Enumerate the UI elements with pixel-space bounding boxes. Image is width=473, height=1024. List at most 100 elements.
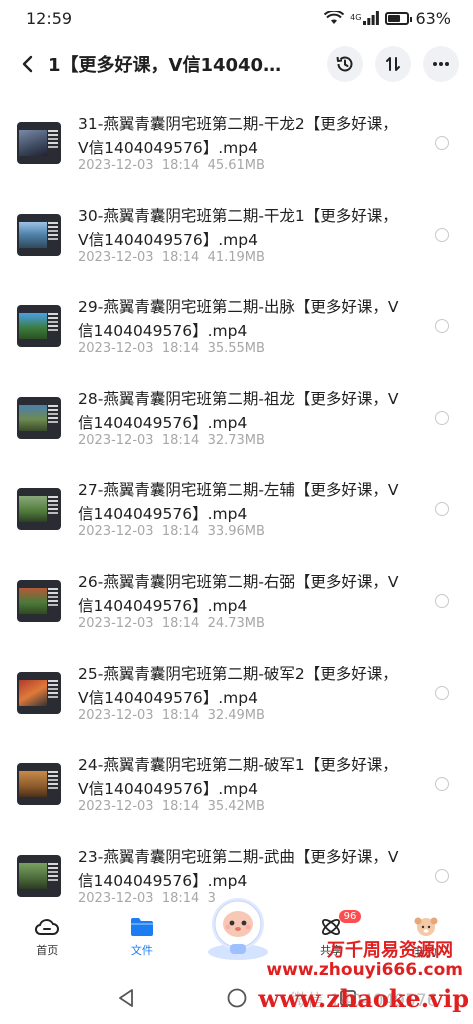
file-meta: 2023-12-03 18:14 24.73MB <box>78 616 265 631</box>
file-date: 2023-12-03 <box>78 524 154 540</box>
status-icons: 4G 63% <box>324 9 451 28</box>
file-name: 24-燕翼青囊阴宅班第二期-破军1【更多好课，V信1404049576】.mp4 <box>78 756 398 799</box>
file-name: 30-燕翼青囊阴宅班第二期-干龙1【更多好课，V信1404049576】.mp4 <box>78 206 398 249</box>
file-size: 35.42MB <box>207 799 265 815</box>
file-name: 26-燕翼青囊阴宅班第二期-右弼【更多好课，V信1404049576】.mp4 <box>78 572 399 615</box>
signal-icon <box>363 11 380 25</box>
share-badge: 96 <box>338 910 362 923</box>
battery-icon <box>385 11 413 25</box>
tab-home-label: 首页 <box>36 944 59 957</box>
file-size: 32.73MB <box>207 432 265 448</box>
chevron-left-icon <box>22 55 33 73</box>
more-icon <box>433 62 449 66</box>
battery-percent: 63% <box>415 8 451 28</box>
status-bar: 12:59 4G 63% <box>0 0 473 36</box>
select-checkbox[interactable] <box>435 502 449 517</box>
video-thumbnail <box>17 671 61 714</box>
file-row[interactable]: 30-燕翼青囊阴宅班第二期-干龙1【更多好课，V信1404049576】.mp4… <box>0 192 473 284</box>
file-row[interactable]: 31-燕翼青囊阴宅班第二期-干龙2【更多好课，V信1404049576】.mp4… <box>0 100 473 192</box>
file-date: 2023-12-03 <box>78 615 154 631</box>
file-name: 31-燕翼青囊阴宅班第二期-干龙2【更多好课，V信1404049576】.mp4 <box>78 115 398 157</box>
video-thumbnail <box>17 488 61 531</box>
select-checkbox[interactable] <box>435 868 449 883</box>
video-thumbnail <box>17 396 61 439</box>
watermark-line-2: www.zhouyi666.com <box>266 960 463 980</box>
file-time: 18:14 <box>161 799 200 815</box>
page-title: 1【更多好课，V信1404049… <box>48 55 307 76</box>
file-time: 18:14 <box>161 249 200 265</box>
file-date: 2023-12-03 <box>78 341 154 357</box>
file-row[interactable]: 27-燕翼青囊阴宅班第二期-左辅【更多好课，V信1404049576】.mp4 … <box>0 466 473 558</box>
sort-button[interactable] <box>375 46 411 82</box>
select-checkbox[interactable] <box>435 227 449 242</box>
video-thumbnail <box>17 305 61 348</box>
file-time: 18:14 <box>161 890 200 906</box>
select-checkbox[interactable] <box>435 410 449 425</box>
file-meta: 2023-12-03 18:14 32.49MB <box>78 708 265 723</box>
file-time: 18:14 <box>161 341 200 357</box>
status-time: 12:59 <box>26 8 73 28</box>
video-thumbnail <box>17 122 61 164</box>
file-meta: 2023-12-03 18:14 32.73MB <box>78 433 265 448</box>
watermark-line-3: www.zhaoke.vip <box>258 984 469 1013</box>
history-icon <box>336 56 353 72</box>
more-button[interactable] <box>423 46 459 82</box>
header-bar: 1【更多好课，V信1404049… <box>0 40 473 88</box>
file-meta: 2023-12-03 18:14 35.55MB <box>78 341 265 356</box>
back-button[interactable] <box>14 44 40 84</box>
file-time: 18:14 <box>161 615 200 631</box>
wifi-icon <box>324 11 345 24</box>
file-meta: 2023-12-03 18:14 33.96MB <box>78 524 265 539</box>
sort-icon <box>386 57 400 71</box>
file-date: 2023-12-03 <box>78 799 154 815</box>
file-row[interactable]: 29-燕翼青囊阴宅班第二期-出脉【更多好课，V信1404049576】.mp4 … <box>0 283 473 375</box>
file-date: 2023-12-03 <box>78 158 154 173</box>
tab-files[interactable]: 文件 <box>95 910 190 970</box>
file-meta: 2023-12-03 18:14 3 <box>78 891 216 906</box>
video-thumbnail <box>17 854 61 897</box>
file-time: 18:14 <box>161 158 200 173</box>
file-list: 31-燕翼青囊阴宅班第二期-干龙2【更多好课，V信1404049576】.mp4… <box>0 100 473 910</box>
folder-icon <box>130 918 153 936</box>
file-date: 2023-12-03 <box>78 707 154 723</box>
file-time: 18:14 <box>161 432 200 448</box>
file-meta: 2023-12-03 18:14 41.19MB <box>78 250 265 265</box>
file-size: 33.96MB <box>207 524 265 540</box>
file-size: 45.61MB <box>207 158 265 173</box>
file-time: 18:14 <box>161 524 200 540</box>
file-name: 28-燕翼青囊阴宅班第二期-祖龙【更多好课，V信1404049576】.mp4 <box>78 389 399 432</box>
select-checkbox[interactable] <box>435 685 449 700</box>
select-checkbox[interactable] <box>435 777 449 792</box>
file-size: 32.49MB <box>207 707 265 723</box>
file-size: 24.73MB <box>207 615 265 631</box>
file-time: 18:14 <box>161 707 200 723</box>
history-button[interactable] <box>327 46 363 82</box>
file-date: 2023-12-03 <box>78 249 154 265</box>
file-row[interactable]: 25-燕翼青囊阴宅班第二期-破军2【更多好课，V信1404049576】.mp4… <box>0 650 473 742</box>
select-checkbox[interactable] <box>435 136 449 150</box>
cloud-icon <box>35 919 60 935</box>
file-row[interactable]: 28-燕翼青囊阴宅班第二期-祖龙【更多好课，V信1404049576】.mp4 … <box>0 375 473 467</box>
video-thumbnail <box>17 213 61 256</box>
tab-home[interactable]: 首页 <box>0 910 95 970</box>
network-label: 4G <box>350 12 362 22</box>
select-checkbox[interactable] <box>435 319 449 334</box>
file-size: 41.19MB <box>207 249 265 265</box>
mascot-icon[interactable] <box>200 890 276 962</box>
file-meta: 2023-12-03 18:14 45.61MB <box>78 158 265 173</box>
file-name: 29-燕翼青囊阴宅班第二期-出脉【更多好课，V信1404049576】.mp4 <box>78 298 399 341</box>
file-date: 2023-12-03 <box>78 890 154 906</box>
file-name: 27-燕翼青囊阴宅班第二期-左辅【更多好课，V信1404049576】.mp4 <box>78 481 399 524</box>
file-name: 23-燕翼青囊阴宅班第二期-武曲【更多好课，V信1404049576】.mp4 <box>78 847 399 890</box>
video-thumbnail <box>17 763 61 806</box>
tab-files-label: 文件 <box>130 944 153 957</box>
file-row[interactable]: 24-燕翼青囊阴宅班第二期-破军1【更多好课，V信1404049576】.mp4… <box>0 741 473 833</box>
watermark-line-1: 万千周易资源网 <box>327 940 453 961</box>
home-circle-icon[interactable] <box>226 987 248 1009</box>
back-triangle-icon[interactable] <box>115 987 137 1009</box>
file-date: 2023-12-03 <box>78 432 154 448</box>
video-thumbnail <box>17 579 61 622</box>
select-checkbox[interactable] <box>435 593 449 608</box>
file-meta: 2023-12-03 18:14 35.42MB <box>78 799 265 814</box>
file-row[interactable]: 26-燕翼青囊阴宅班第二期-右弼【更多好课，V信1404049576】.mp4 … <box>0 558 473 650</box>
